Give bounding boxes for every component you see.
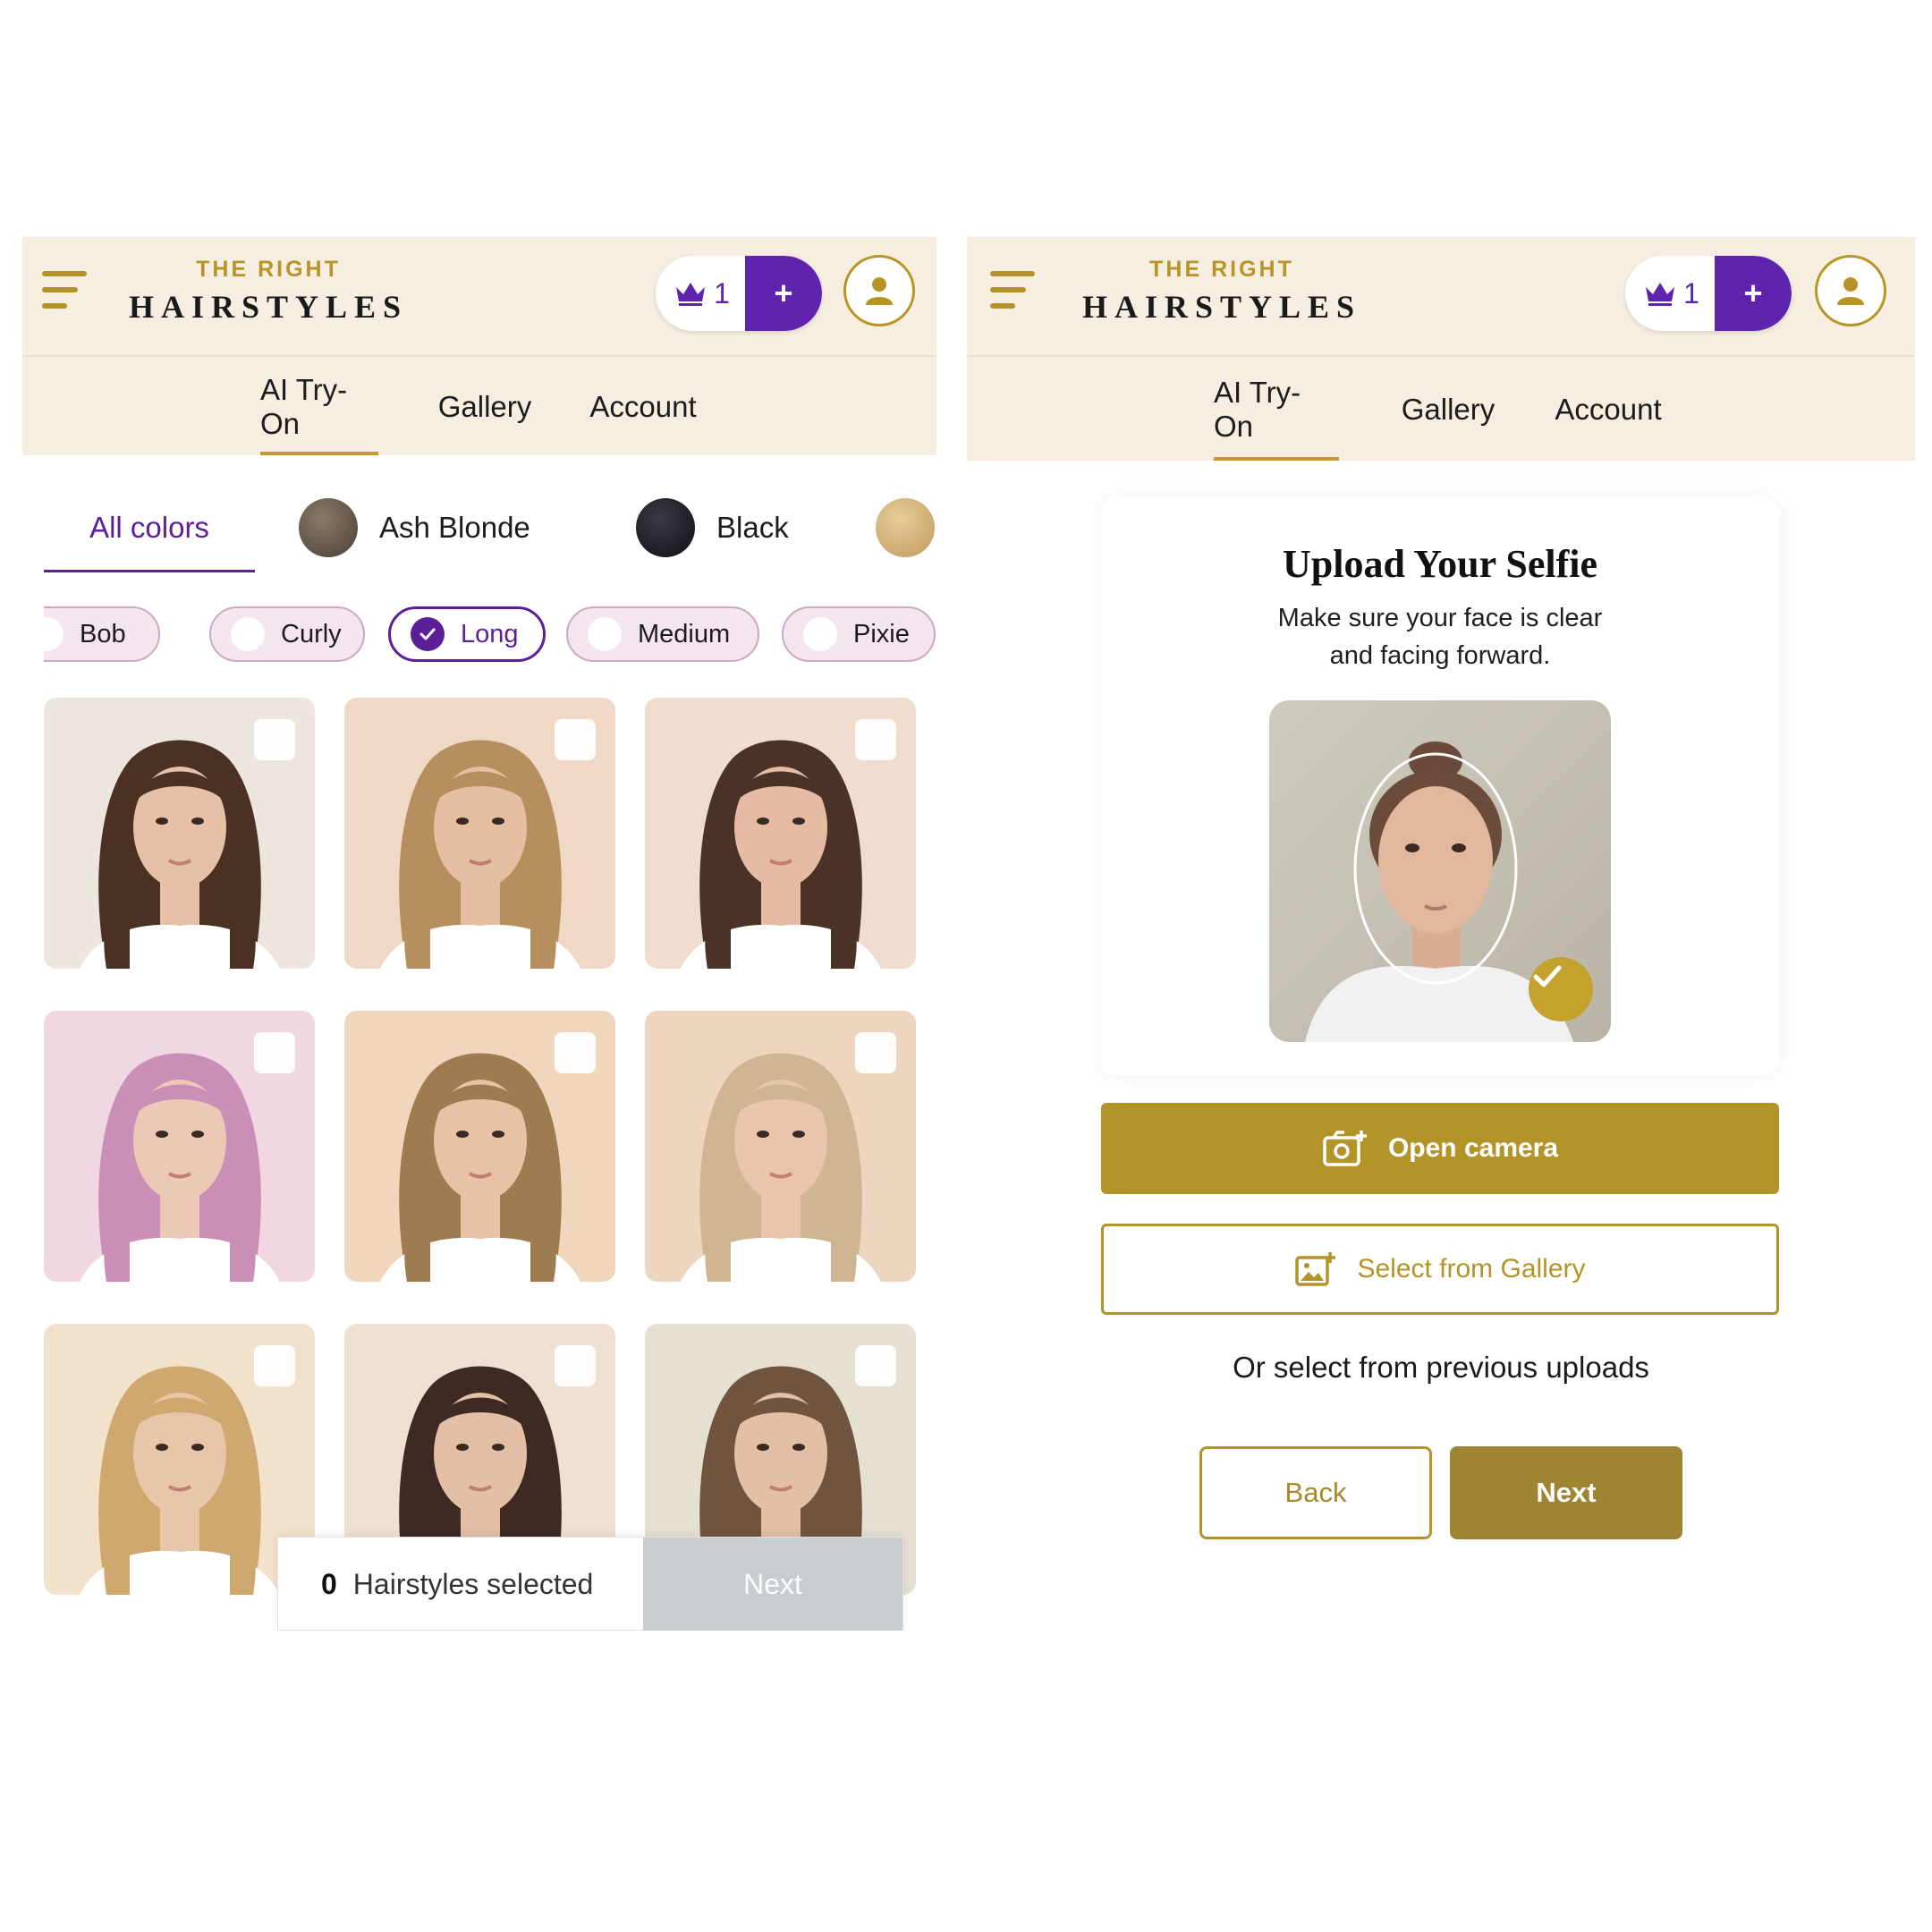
radio-icon <box>231 617 265 651</box>
hairstyle-checkbox[interactable] <box>254 1345 295 1386</box>
check-icon <box>411 617 445 651</box>
hairstyle-card[interactable] <box>44 1011 315 1282</box>
chip-label: Long <box>461 619 519 648</box>
logo-wordmark: HAIRSTYLES <box>1081 289 1362 325</box>
selection-bar: 0 Hairstyles selected Next <box>277 1537 903 1631</box>
logo-tagline: THE RIGHT <box>1149 257 1294 282</box>
black-swatch <box>636 498 695 557</box>
camera-icon <box>1323 1131 1367 1166</box>
open-camera-label: Open camera <box>1387 1133 1559 1163</box>
hairstyle-card[interactable] <box>44 698 315 969</box>
select-from-gallery-button[interactable]: Select from Gallery <box>1101 1224 1779 1315</box>
radio-icon <box>588 617 622 651</box>
check-icon <box>1529 957 1593 1021</box>
hairstyle-checkbox[interactable] <box>254 719 295 760</box>
next-button-disabled[interactable]: Next <box>643 1538 902 1631</box>
menu-icon[interactable] <box>990 271 1035 310</box>
color-tab-label: Black <box>716 511 789 544</box>
back-button[interactable]: Back <box>1199 1446 1432 1539</box>
crown-icon <box>1646 283 1675 306</box>
user-icon <box>1837 277 1864 305</box>
next-button[interactable]: Next <box>1450 1446 1682 1539</box>
selfie-preview[interactable] <box>1269 700 1611 1042</box>
chip-label: Medium <box>638 619 731 648</box>
hairstyle-checkbox[interactable] <box>555 719 596 760</box>
color-tab-label: All colors <box>89 511 209 544</box>
chip-label: Curly <box>281 619 342 648</box>
selected-count: 0 <box>321 1568 337 1600</box>
ash-blonde-swatch <box>299 498 358 557</box>
credits-pill[interactable]: 1 + <box>656 256 822 331</box>
color-tab-black[interactable]: Black <box>636 483 789 572</box>
hairstyle-card[interactable] <box>645 698 916 969</box>
brand-logo[interactable]: THE RIGHT HAIRSTYLES <box>1067 257 1377 326</box>
add-credits-button[interactable]: + <box>745 256 822 331</box>
image-add-icon <box>1295 1252 1336 1286</box>
tab-gallery[interactable]: Gallery <box>438 357 532 457</box>
hairstyle-checkbox[interactable] <box>855 1032 896 1073</box>
profile-button[interactable] <box>1815 255 1886 326</box>
color-filter-tabs: All colors Ash Blonde Black <box>44 483 936 572</box>
tab-ai-try-on[interactable]: AI Try-On <box>260 357 378 457</box>
color-tab-label: Ash Blonde <box>379 511 530 544</box>
hairstyle-checkbox[interactable] <box>855 719 896 760</box>
color-tab-ash-blonde[interactable]: Ash Blonde <box>299 483 530 572</box>
credits-pill[interactable]: 1 + <box>1625 256 1792 331</box>
hairstyle-selection-screen: THE RIGHT HAIRSTYLES 1 + AI Try-On Galle… <box>22 237 936 1631</box>
credit-count: 1 <box>1683 276 1699 309</box>
app-header: THE RIGHT HAIRSTYLES 1 + <box>967 237 1915 355</box>
hairstyle-checkbox[interactable] <box>254 1032 295 1073</box>
tab-account[interactable]: Account <box>1550 357 1666 462</box>
main-nav: AI Try-On Gallery Account <box>22 355 936 455</box>
upload-selfie-card: Upload Your Selfie Make sure your face i… <box>1101 496 1779 1076</box>
profile-button[interactable] <box>843 255 915 326</box>
logo-tagline: THE RIGHT <box>196 257 341 282</box>
upload-title: Upload Your Selfie <box>1282 542 1598 586</box>
style-filter-chips: Bob Curly Long Medium Pixie <box>44 606 936 664</box>
blonde-swatch <box>876 498 935 557</box>
app-header: THE RIGHT HAIRSTYLES 1 + <box>22 237 936 355</box>
user-icon <box>866 277 893 305</box>
color-tab-all[interactable]: All colors <box>44 483 255 572</box>
chip-long[interactable]: Long <box>388 606 546 662</box>
hairstyle-checkbox[interactable] <box>555 1032 596 1073</box>
radio-icon <box>803 617 837 651</box>
color-tab-blonde[interactable] <box>876 483 935 572</box>
previous-uploads-label: Or select from previous uploads <box>1233 1351 1649 1384</box>
brand-logo[interactable]: THE RIGHT HAIRSTYLES <box>112 257 425 326</box>
hairstyle-checkbox[interactable] <box>855 1345 896 1386</box>
select-gallery-label: Select from Gallery <box>1357 1254 1586 1284</box>
chip-label: Bob <box>80 619 126 648</box>
selection-count-text: 0 Hairstyles selected <box>321 1538 593 1631</box>
menu-icon[interactable] <box>42 271 87 310</box>
chip-label: Pixie <box>853 619 910 648</box>
chip-pixie[interactable]: Pixie <box>782 606 936 662</box>
main-nav: AI Try-On Gallery Account <box>967 355 1915 461</box>
hairstyle-card[interactable] <box>44 1324 315 1595</box>
add-credits-button[interactable]: + <box>1715 256 1792 331</box>
open-camera-button[interactable]: Open camera <box>1101 1103 1779 1194</box>
radio-icon <box>44 617 64 651</box>
hairstyle-card[interactable] <box>344 1011 615 1282</box>
selected-label: Hairstyles selected <box>352 1568 594 1600</box>
logo-wordmark: HAIRSTYLES <box>128 289 409 325</box>
hairstyle-card[interactable] <box>344 698 615 969</box>
chip-bob[interactable]: Bob <box>44 606 160 662</box>
tab-gallery[interactable]: Gallery <box>1400 357 1496 462</box>
tab-ai-try-on[interactable]: AI Try-On <box>1214 357 1339 462</box>
tab-account[interactable]: Account <box>588 357 699 457</box>
crown-icon <box>676 283 706 306</box>
hairstyle-checkbox[interactable] <box>555 1345 596 1386</box>
credit-count: 1 <box>714 276 730 309</box>
chip-medium[interactable]: Medium <box>566 606 759 662</box>
hairstyle-card[interactable] <box>645 1011 916 1282</box>
chip-curly[interactable]: Curly <box>209 606 365 662</box>
upload-selfie-screen: THE RIGHT HAIRSTYLES 1 + AI Try-On Galle… <box>967 237 1915 1631</box>
upload-subtitle: Make sure your face is clear and facing … <box>1277 604 1603 670</box>
